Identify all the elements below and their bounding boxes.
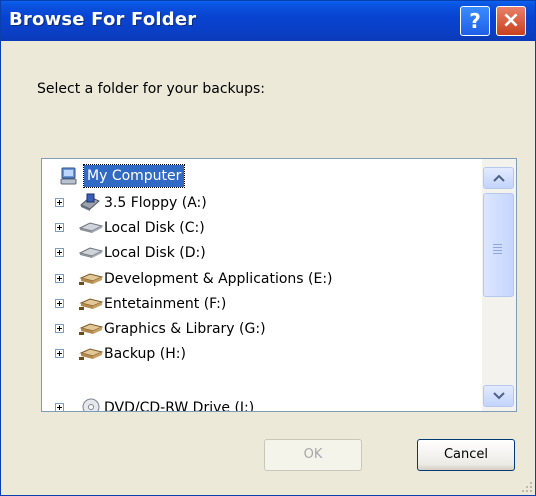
tree-item-entertainment-f[interactable]: Entetainment (F:) — [42, 293, 482, 317]
network-drive-icon — [78, 321, 104, 341]
expand-icon[interactable] — [55, 198, 64, 207]
resize-grip-icon[interactable] — [519, 479, 533, 493]
hard-disk-icon — [78, 220, 104, 240]
network-drive-icon — [78, 296, 104, 316]
tree-item-development-e[interactable]: Development & Applications (E:) — [42, 268, 482, 292]
scroll-down-button[interactable] — [483, 385, 514, 407]
title-bar[interactable]: Browse For Folder ? × — [1, 1, 535, 41]
expand-icon[interactable] — [55, 349, 64, 358]
tree-item-dvd-i[interactable]: DVD/CD-RW Drive (I:) — [42, 397, 482, 411]
tree-item-label: 3.5 Floppy (A:) — [104, 195, 207, 211]
browse-for-folder-dialog: Browse For Folder ? × Select a folder fo… — [0, 0, 536, 496]
ok-button[interactable]: OK — [264, 439, 362, 471]
hard-disk-icon — [78, 245, 104, 265]
tree-item-my-computer[interactable]: My Computer — [42, 164, 482, 191]
scroll-up-button[interactable] — [483, 167, 514, 189]
instruction-text: Select a folder for your backups: — [37, 81, 265, 97]
help-button[interactable]: ? — [460, 6, 490, 36]
tree-item-backup-h[interactable]: Backup (H:) — [42, 343, 482, 367]
cancel-button[interactable]: Cancel — [417, 439, 515, 471]
chevron-up-icon — [492, 174, 505, 182]
expand-icon[interactable] — [55, 324, 64, 333]
tree-item-label: Entetainment (F:) — [104, 296, 227, 312]
tree-item-label: Local Disk (D:) — [104, 245, 206, 261]
expand-icon[interactable] — [55, 248, 64, 257]
tree-item-graphics-g[interactable]: Graphics & Library (G:) — [42, 318, 482, 342]
tree-item-floppy-a[interactable]: 3.5 Floppy (A:) — [42, 192, 482, 216]
tree-item-label: Local Disk (C:) — [104, 220, 205, 236]
tree-item-label: Graphics & Library (G:) — [104, 321, 266, 337]
expand-icon[interactable] — [55, 299, 64, 308]
thumb-grip — [493, 250, 502, 251]
expand-icon[interactable] — [55, 223, 64, 232]
vertical-scrollbar[interactable] — [482, 159, 516, 411]
folder-tree[interactable]: My Computer 3.5 Floppy (A:) Local Disk (… — [41, 158, 517, 412]
floppy-drive-icon — [78, 193, 102, 217]
tree-item-local-disk-d[interactable]: Local Disk (D:) — [42, 242, 482, 266]
network-drive-icon — [78, 271, 104, 291]
network-drive-icon — [78, 346, 104, 366]
dvd-drive-icon — [80, 397, 102, 411]
tree-item-label: My Computer — [82, 164, 186, 188]
my-computer-icon — [58, 167, 80, 191]
tree-item-label: DVD/CD-RW Drive (I:) — [104, 400, 255, 411]
tree-item-label: Backup (H:) — [104, 346, 186, 362]
tree-item-local-disk-c[interactable]: Local Disk (C:) — [42, 217, 482, 241]
chevron-down-icon — [492, 392, 505, 400]
thumb-grip — [493, 244, 502, 245]
tree-rows: My Computer 3.5 Floppy (A:) Local Disk (… — [42, 159, 482, 411]
thumb-grip — [493, 253, 502, 254]
dialog-title: Browse For Folder — [9, 9, 197, 30]
close-button[interactable]: × — [496, 6, 526, 36]
thumb-grip — [493, 247, 502, 248]
tree-item-label: Development & Applications (E:) — [104, 271, 333, 287]
scroll-thumb[interactable] — [483, 193, 514, 297]
expand-icon[interactable] — [55, 274, 64, 283]
expand-icon[interactable] — [55, 403, 64, 411]
